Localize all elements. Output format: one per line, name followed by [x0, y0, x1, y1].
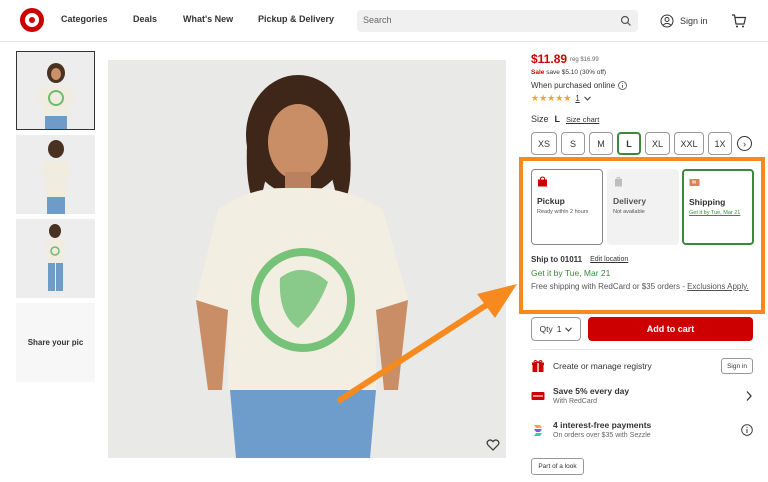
ship-to-row: Ship to 01011 Edit location: [531, 255, 628, 264]
share-your-pic-tile[interactable]: Share your pic: [16, 303, 95, 382]
thumbnail-2[interactable]: [16, 135, 95, 214]
rating[interactable]: ★★★★★ 1: [531, 93, 591, 104]
registry-text[interactable]: Create or manage registry: [553, 361, 721, 371]
share-your-pic-label: Share your pic: [27, 338, 84, 347]
redcard-row[interactable]: Save 5% every day With RedCard: [531, 386, 753, 405]
delivery-bag-icon: [615, 176, 622, 187]
info-icon[interactable]: [741, 423, 753, 436]
size-m-button[interactable]: M: [589, 132, 613, 155]
save-amount: save $5.10 (30% off): [546, 69, 607, 76]
nav-pickup-delivery[interactable]: Pickup & Delivery: [258, 14, 334, 24]
size-chart-link[interactable]: Size chart: [566, 115, 599, 124]
info-icon[interactable]: [618, 81, 627, 90]
shipping-title: Shipping: [689, 197, 726, 207]
pickup-option[interactable]: Pickup Ready within 2 hours: [531, 169, 603, 245]
search-placeholder: Search: [363, 15, 392, 25]
part-of-a-look-button[interactable]: Part of a look: [531, 458, 584, 475]
shipping-box-icon: [689, 179, 700, 186]
thumbnail-3[interactable]: [16, 219, 95, 298]
registry-row: Create or manage registry Sign in: [531, 358, 753, 374]
shipping-sub: Get it by Tue, Mar 21: [689, 210, 741, 216]
redcard-icon: [531, 391, 545, 400]
get-by-date: Get it by Tue, Mar 21: [531, 268, 611, 278]
account-icon: [660, 14, 674, 28]
thumbnail-side-image: [16, 135, 95, 214]
size-s-button[interactable]: S: [561, 132, 585, 155]
size-row: Size L Size chart: [531, 114, 599, 124]
sale-badge: Sale: [531, 69, 545, 76]
delivery-title: Delivery: [613, 196, 647, 206]
edit-location-link[interactable]: Edit location: [590, 256, 628, 264]
pickup-sub: Ready within 2 hours: [537, 209, 589, 215]
sezzle-row: 4 interest-free payments On orders over …: [531, 420, 753, 439]
sezzle-icon: [534, 424, 542, 436]
pickup-title: Pickup: [537, 196, 565, 206]
site-header: Categories Deals What's New Pickup & Del…: [0, 0, 768, 42]
model-tshirt-image: [108, 60, 506, 458]
chevron-right-icon[interactable]: [745, 390, 753, 402]
main-product-image: [108, 60, 506, 458]
rating-stars-icon: ★★★★★: [531, 93, 572, 103]
online-note: When purchased online: [531, 81, 627, 90]
sezzle-text: 4 interest-free payments On orders over …: [553, 420, 741, 439]
free-shipping-text: Free shipping with RedCard or $35 orders…: [531, 282, 685, 291]
size-xs-button[interactable]: XS: [531, 132, 557, 155]
target-logo-icon[interactable]: [20, 8, 44, 32]
sezzle-sub: On orders over $35 with Sezzle: [553, 432, 651, 439]
nav-categories[interactable]: Categories: [61, 14, 108, 24]
signin-button[interactable]: Sign in: [660, 13, 708, 29]
thumbnail-full-body-image: [16, 219, 95, 298]
sale-row: Sale save $5.10 (30% off): [531, 69, 606, 76]
cart-icon[interactable]: [731, 13, 747, 29]
size-next-arrow-icon[interactable]: ›: [737, 136, 752, 151]
chevron-down-icon: [565, 326, 573, 332]
qty-value: 1: [556, 324, 562, 334]
exclusions-link[interactable]: Exclusions Apply.: [687, 282, 749, 291]
thumbnail-1[interactable]: [16, 51, 95, 130]
size-selected-value: L: [554, 114, 561, 124]
thumbnail-front-image: [17, 52, 94, 129]
nav-deals[interactable]: Deals: [133, 14, 157, 24]
divider: [531, 349, 753, 350]
sezzle-title: 4 interest-free payments: [553, 420, 652, 430]
redcard-sub: With RedCard: [553, 398, 597, 405]
favorite-heart-icon[interactable]: [486, 438, 500, 452]
delivery-option[interactable]: Delivery Not available: [607, 169, 679, 245]
redcard-text: Save 5% every day With RedCard: [553, 386, 745, 405]
size-l-button[interactable]: L: [617, 132, 641, 155]
free-shipping-note: Free shipping with RedCard or $35 orders…: [531, 281, 757, 293]
ship-to-zip: Ship to 01011: [531, 255, 583, 264]
chevron-down-icon: [583, 96, 591, 101]
online-note-text: When purchased online: [531, 81, 616, 90]
rating-count: 1: [575, 94, 580, 103]
pickup-bag-icon: [538, 176, 547, 187]
gift-icon: [532, 359, 544, 372]
redcard-title: Save 5% every day: [553, 386, 630, 396]
size-label: Size: [531, 114, 549, 124]
size-xl-button[interactable]: XL: [645, 132, 670, 155]
shipping-option[interactable]: Shipping Get it by Tue, Mar 21: [682, 169, 754, 245]
delivery-sub: Not available: [613, 209, 645, 215]
current-price: $11.89: [531, 52, 568, 66]
add-to-cart-button[interactable]: Add to cart: [588, 317, 753, 341]
qty-label: Qty: [539, 324, 553, 334]
search-icon[interactable]: [620, 15, 632, 27]
size-1x-button[interactable]: 1X: [708, 132, 732, 155]
nav-whats-new[interactable]: What's New: [183, 14, 233, 24]
size-xxl-button[interactable]: XXL: [674, 132, 704, 155]
registry-signin-button[interactable]: Sign in: [721, 358, 753, 374]
regular-price: reg $16.99: [570, 57, 599, 63]
quantity-select[interactable]: Qty 1: [531, 317, 581, 341]
signin-label: Sign in: [680, 16, 708, 26]
search-input[interactable]: Search: [357, 10, 638, 32]
